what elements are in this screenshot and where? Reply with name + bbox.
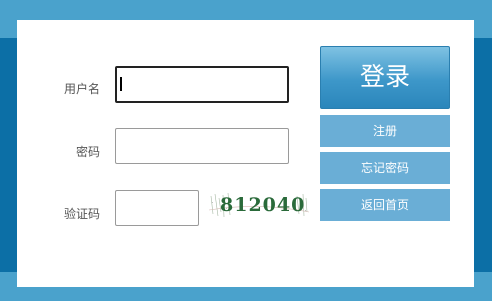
text-caret [120,77,122,91]
password-input[interactable] [115,128,289,164]
frame-left-accent [0,20,17,38]
frame-top [0,0,492,20]
frame-right-accent [474,20,492,38]
back-home-button[interactable]: 返回首页 [320,189,450,221]
username-input[interactable] [115,66,289,103]
frame-bottom [0,287,492,301]
password-label: 密码 [75,145,100,159]
register-button[interactable]: 注册 [320,115,450,147]
captcha-text: 812040 [220,194,305,216]
username-label: 用户名 [63,82,100,96]
captcha-label: 验证码 [63,207,100,221]
frame-right [474,38,492,272]
frame-left [0,38,17,272]
forgot-password-button[interactable]: 忘记密码 [320,152,450,184]
frame-right-bottom [474,272,492,287]
login-button[interactable]: 登录 [320,46,450,109]
frame-left-bottom [0,272,17,287]
captcha-input[interactable] [115,190,199,226]
captcha-image[interactable]: 812040 [209,190,309,220]
